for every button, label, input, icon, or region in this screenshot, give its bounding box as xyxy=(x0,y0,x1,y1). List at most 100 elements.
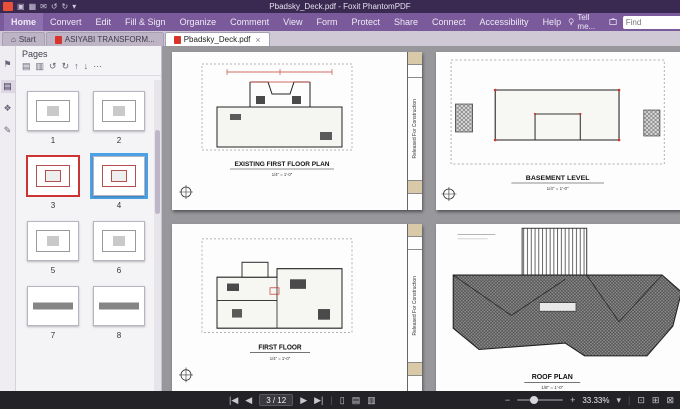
find-input[interactable] xyxy=(625,17,678,27)
fit-width-icon[interactable]: ⊞ xyxy=(652,391,660,409)
fit-page-icon[interactable]: ⊡ xyxy=(637,391,645,409)
zoom-level[interactable]: 33.33% xyxy=(582,396,609,405)
fullscreen-icon[interactable]: ⊠ xyxy=(666,391,674,409)
ribbon-tab-help[interactable]: Help xyxy=(536,13,569,31)
home-icon: ⌂ xyxy=(11,35,16,44)
doc-tab-start[interactable]: ⌂ Start xyxy=(2,32,45,46)
ribbon-tab-organize[interactable]: Organize xyxy=(173,13,224,31)
move-page-down-icon[interactable]: ↓ xyxy=(84,61,89,72)
thumbnail-label: 5 xyxy=(50,266,56,275)
ribbon-tab-bar: Home Convert Edit Fill & Sign Organize C… xyxy=(0,13,680,31)
ribbon-tab-comment[interactable]: Comment xyxy=(223,13,276,31)
ribbon-tab-fill-sign[interactable]: Fill & Sign xyxy=(118,13,173,31)
ribbon-tab-form[interactable]: Form xyxy=(309,13,344,31)
find-box xyxy=(622,15,680,29)
first-page-button[interactable]: |◀ xyxy=(229,391,238,409)
rotate-right-icon[interactable]: ↻ xyxy=(62,61,70,72)
pages-panel-icon[interactable]: ▤ xyxy=(0,80,15,93)
document-pane[interactable]: EXISTING FIRST FLOOR PLAN 1/4" = 1'-0" R… xyxy=(162,46,680,391)
thumbnail-label: 7 xyxy=(50,331,56,340)
zoom-out-button[interactable]: − xyxy=(505,391,510,409)
next-page-button[interactable]: ▶ xyxy=(300,391,307,409)
doc-tab-pbadsky-label: Pbadsky_Deck.pdf xyxy=(183,35,251,44)
divider: | xyxy=(330,395,333,405)
comments-panel-icon[interactable]: ✎ xyxy=(1,124,15,137)
save-icon[interactable]: ▦ xyxy=(29,0,37,13)
thumbnail-label: 3 xyxy=(50,201,56,210)
page-title: ROOF PLAN xyxy=(532,374,573,381)
layers-panel-icon[interactable]: ❖ xyxy=(1,102,15,115)
rotate-left-icon[interactable]: ↺ xyxy=(49,61,57,72)
thumbnail-label: 1 xyxy=(50,136,56,145)
last-page-button[interactable]: ▶| xyxy=(314,391,323,409)
title-bar: Pbadsky_Deck.pdf - Foxit PhantomPDF ▣ ▦ … xyxy=(0,0,680,13)
tell-me-box[interactable]: Tell me... xyxy=(568,13,603,31)
pdf-page-roof-plan[interactable]: ROOF PLAN 1/8" = 1'-0" Released For Cons… xyxy=(436,224,680,391)
page-thumbnail-4[interactable]: 4 xyxy=(90,153,148,210)
page-scale: 1/4" = 1'-0" xyxy=(272,172,293,177)
ribbon-tab-home[interactable]: Home xyxy=(4,13,44,31)
ribbon-tab-view[interactable]: View xyxy=(276,13,309,31)
more-options-icon[interactable]: ⋯ xyxy=(93,61,102,72)
pages-panel-title: Pages xyxy=(22,49,48,59)
panel-scrollbar[interactable] xyxy=(154,80,161,391)
ribbon-tab-protect[interactable]: Protect xyxy=(344,13,387,31)
doc-tab-asiyabi[interactable]: ASIYABI TRANSFORM... xyxy=(45,32,164,46)
ribbon-tab-edit[interactable]: Edit xyxy=(89,13,119,31)
continuous-view-icon[interactable]: ▤ xyxy=(352,391,361,409)
pdf-file-icon xyxy=(54,35,62,44)
close-tab-icon[interactable]: × xyxy=(255,35,260,45)
page-title: FIRST FLOOR xyxy=(258,344,301,351)
page-thumbnail-3[interactable]: 3 xyxy=(24,153,82,210)
ribbon-tab-convert[interactable]: Convert xyxy=(43,13,89,31)
page-thumbnail-5[interactable]: 5 xyxy=(24,218,82,275)
snapshot-icon[interactable] xyxy=(609,17,617,27)
page-thumbnail-7[interactable]: 7 xyxy=(24,283,82,340)
page-thumbnail-2[interactable]: 2 xyxy=(90,88,148,145)
pdf-page-basement-level[interactable]: BASEMENT LEVEL 1/4" = 1'-0" Released For… xyxy=(436,52,680,210)
ribbon-tab-connect[interactable]: Connect xyxy=(425,13,473,31)
print-pages-icon[interactable]: ▥ xyxy=(36,61,45,72)
email-icon[interactable]: ✉ xyxy=(40,0,47,13)
status-bar: |◀ ◀ 3 / 12 ▶ ▶| | ▯ ▤ ▥ − + 33.33% ▾ | … xyxy=(0,391,680,409)
tell-me-label: Tell me... xyxy=(577,13,596,31)
pages-panel-toolbar: ▤ ▥ ↺ ↻ ↑ ↓ ⋯ xyxy=(16,60,161,76)
page-thumbnail-6[interactable]: 6 xyxy=(90,218,148,275)
zoom-in-button[interactable]: + xyxy=(570,391,575,409)
page-thumbnail-1[interactable]: 1 xyxy=(24,88,82,145)
ribbon-right-tools: Tell me... xyxy=(568,13,680,31)
thumbnail-label: 8 xyxy=(116,331,122,340)
ribbon-tab-share[interactable]: Share xyxy=(387,13,425,31)
document-tab-bar: ⌂ Start ASIYABI TRANSFORM... Pbadsky_Dec… xyxy=(0,31,680,46)
page-scale: 1/4" = 1'-0" xyxy=(547,186,569,191)
zoom-slider-thumb[interactable] xyxy=(529,396,538,404)
page-scale: 1/8" = 1'-0" xyxy=(541,385,563,390)
title-block: Released For Construction xyxy=(407,52,422,210)
pdf-page-existing-first-floor[interactable]: EXISTING FIRST FLOOR PLAN 1/4" = 1'-0" R… xyxy=(172,52,422,210)
construction-stamp: Released For Construction xyxy=(412,276,418,336)
customize-toolbar-caret-icon[interactable]: ▾ xyxy=(72,0,76,13)
previous-page-button[interactable]: ◀ xyxy=(245,391,252,409)
facing-view-icon[interactable]: ▥ xyxy=(367,391,376,409)
page-thumbnail-8[interactable]: 8 xyxy=(90,283,148,340)
zoom-slider[interactable] xyxy=(517,396,564,404)
window-title: Pbadsky_Deck.pdf - Foxit PhantomPDF xyxy=(269,2,411,11)
move-page-up-icon[interactable]: ↑ xyxy=(74,61,79,72)
panel-scrollbar-thumb[interactable] xyxy=(155,129,160,214)
bookmarks-panel-icon[interactable]: ⚑ xyxy=(1,58,15,71)
undo-icon[interactable]: ↺ xyxy=(51,0,58,13)
open-file-icon[interactable]: ▣ xyxy=(17,0,25,13)
thumbnail-grid: 1 2 3 4 5 6 7 8 xyxy=(16,80,154,391)
doc-tab-pbadsky-deck[interactable]: Pbadsky_Deck.pdf × xyxy=(164,32,270,46)
zoom-caret-icon[interactable]: ▾ xyxy=(616,391,621,409)
pdf-page-first-floor[interactable]: FIRST FLOOR 1/4" = 1'-0" Released For Co… xyxy=(172,224,422,391)
thumbnail-options-icon[interactable]: ▤ xyxy=(22,61,31,72)
page-number-input[interactable]: 3 / 12 xyxy=(259,394,294,406)
single-page-view-icon[interactable]: ▯ xyxy=(340,391,345,409)
foxit-logo-icon[interactable] xyxy=(3,2,13,11)
redo-icon[interactable]: ↻ xyxy=(62,0,69,13)
north-arrow-icon xyxy=(179,185,193,199)
thumbnail-label: 4 xyxy=(116,201,122,210)
north-arrow-icon xyxy=(179,367,193,383)
ribbon-tab-accessibility[interactable]: Accessibility xyxy=(473,13,536,31)
